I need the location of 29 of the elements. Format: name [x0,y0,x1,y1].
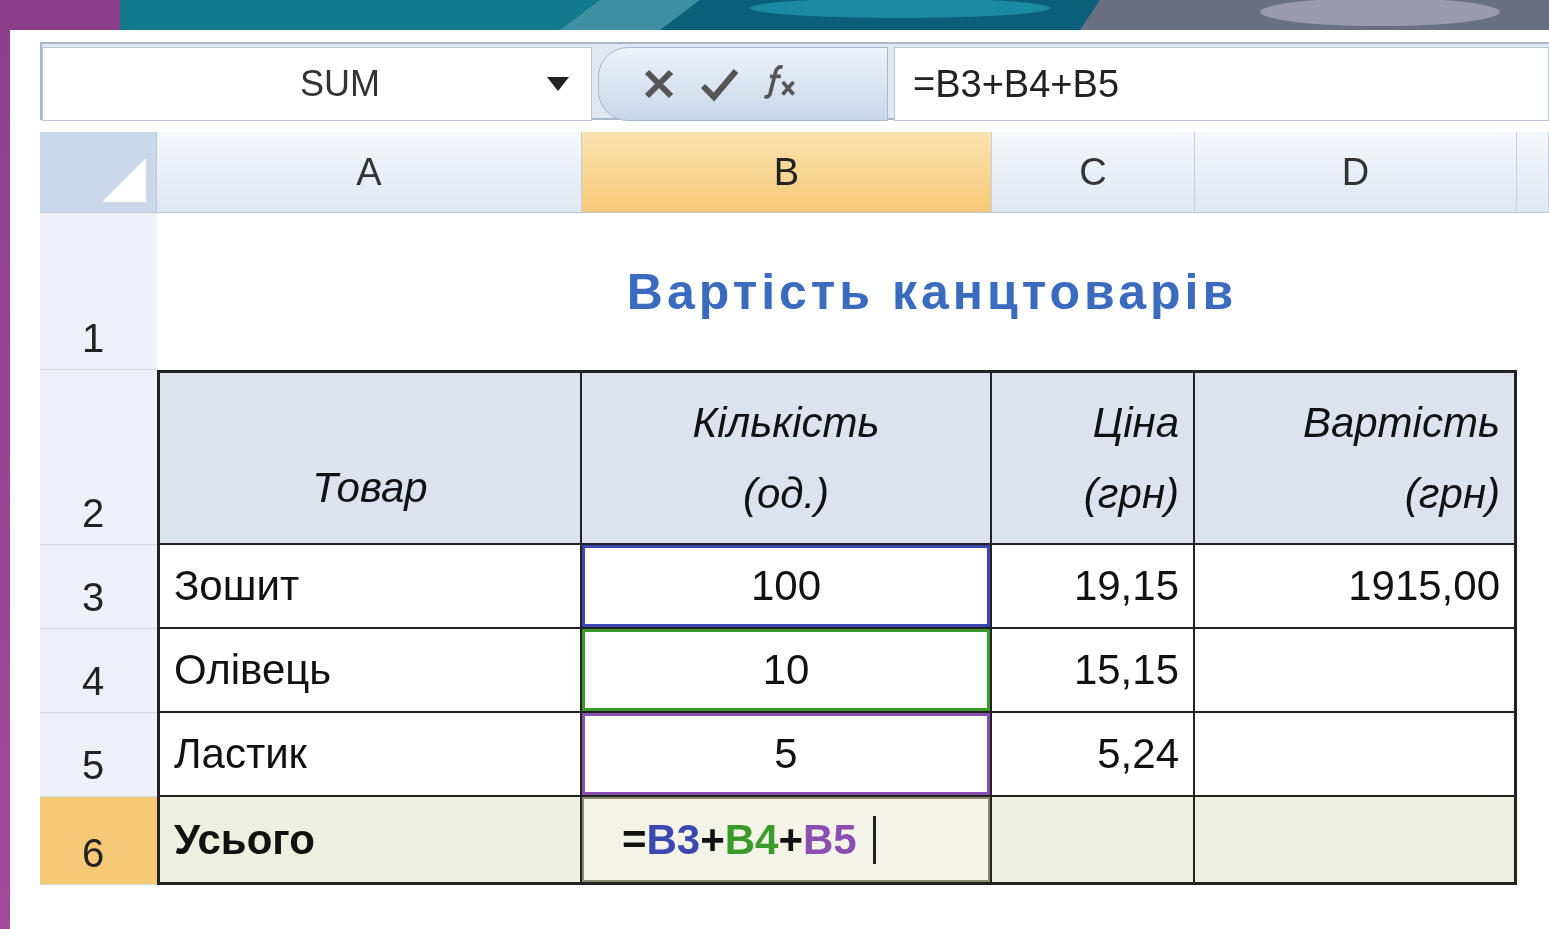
triangle-icon [102,158,146,202]
table-cell: Зошит [157,545,582,629]
name-box[interactable]: SUM [42,47,592,121]
formula-field[interactable]: =B3+B4+B5 [894,47,1549,121]
row-header[interactable]: 1 [40,213,157,370]
row-header[interactable]: 2 [40,370,157,545]
table-cell: 19,15 [992,545,1195,629]
row-header[interactable]: 4 [40,629,157,713]
table-cell: 100 [582,545,992,629]
sheet-title: Вартість канцтоварів [625,262,1239,322]
column-header[interactable]: C [992,132,1195,213]
column-heading: Кількість (од.) [582,370,992,545]
table-cell: 15,15 [992,629,1195,713]
table-cell: 10 [582,629,992,713]
formula-cell[interactable]: =B3+B4+B5 [582,797,992,885]
column-header[interactable]: D [1195,132,1517,213]
row-header[interactable]: 5 [40,713,157,797]
column-heading: Вартість (грн) [1195,370,1517,545]
column-header[interactable]: A [157,132,582,213]
caret-icon[interactable] [547,77,569,91]
table-cell: Усього [157,797,582,885]
table-cell: Олівець [157,629,582,713]
row-header[interactable]: 3 [40,545,157,629]
row-header[interactable]: 6 [40,797,157,885]
column-header[interactable]: B [582,132,992,213]
column-heading: Ціна (грн) [992,370,1195,545]
column-heading: Товар [157,370,582,545]
table-cell: 1915,00 [1195,545,1517,629]
table-cell: 5 [582,713,992,797]
